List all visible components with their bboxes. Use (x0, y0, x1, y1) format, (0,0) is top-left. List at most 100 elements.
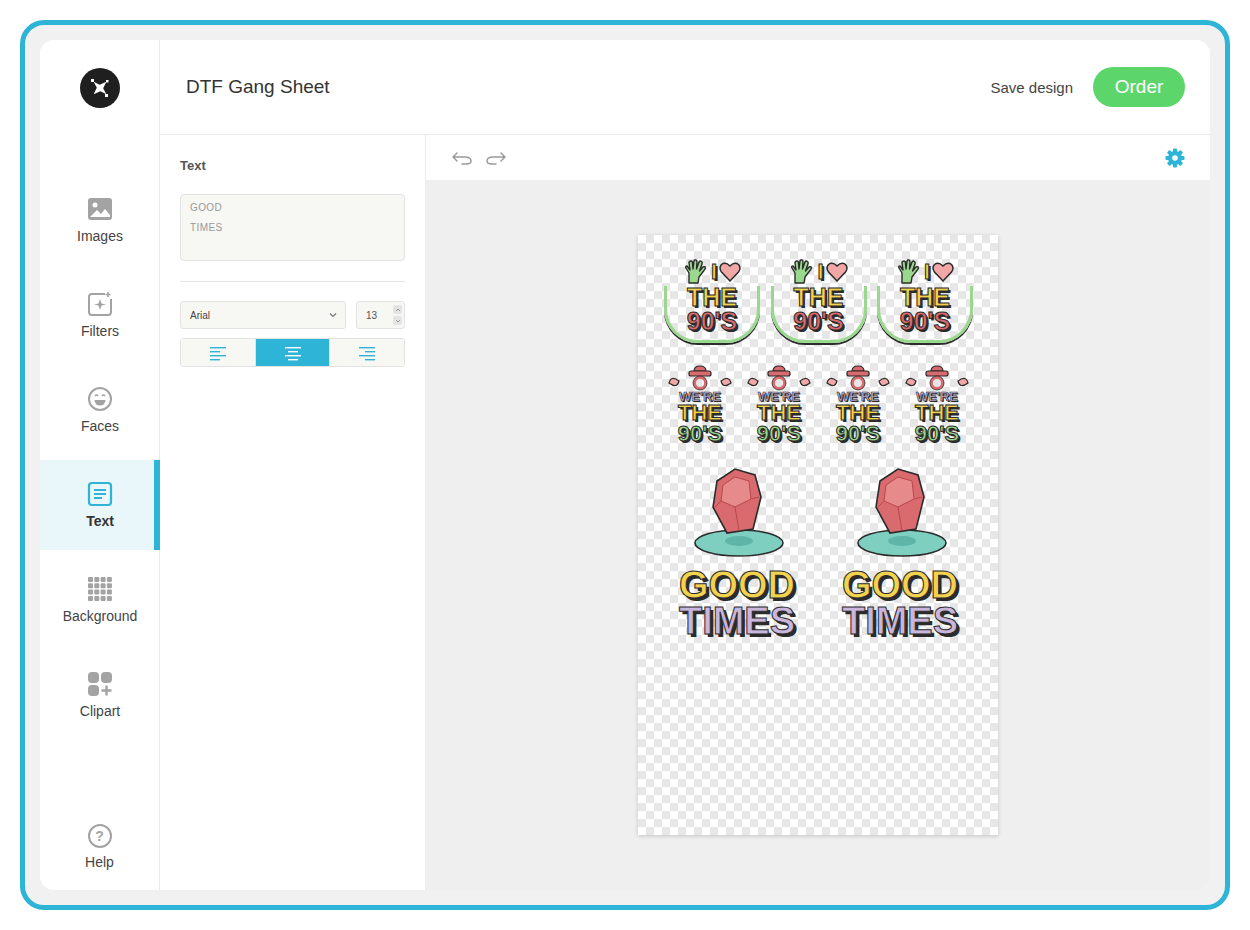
sticker-text: WE'RE (758, 391, 800, 403)
sticker-text: 90'S (900, 310, 950, 334)
sticker-text: TIMES (842, 603, 958, 639)
sticker-text: 90'S (793, 310, 843, 334)
text-input[interactable] (180, 194, 405, 261)
sticker-text: 90'S (757, 424, 801, 445)
sidebar-item-label: Filters (81, 323, 119, 339)
sticker-text: THE (687, 286, 737, 310)
sticker-text: 90'S (915, 424, 959, 445)
save-design-button[interactable]: Save design (990, 79, 1073, 96)
sidebar-item[interactable]: Images (40, 175, 160, 265)
sticker-text: THE (836, 403, 880, 424)
hand-icon (789, 259, 815, 285)
sidebar-item-label: Faces (81, 418, 119, 434)
header-actions: Save design Order (990, 67, 1185, 107)
main-area: DTF Gang Sheet Save design Order Text Arial 1… (160, 40, 1210, 890)
sticker-text: THE (915, 403, 959, 424)
sidebar-item[interactable]: Background (40, 555, 160, 645)
sticker[interactable]: I THE90'S (769, 259, 869, 343)
sticker-text: WE'RE (916, 391, 958, 403)
sidebar: Images Filters Faces Text Background Clipart?… (40, 40, 160, 890)
sidebar-item[interactable]: Faces (40, 365, 160, 455)
gear-icon[interactable] (1165, 148, 1185, 168)
chevron-up-icon (395, 308, 401, 312)
canvas-column: ITHE90'SITHE90'SITHE90'SWE'RETHE90'SWE'R… (426, 135, 1210, 890)
chevron-down-icon (395, 319, 401, 323)
font-size-value: 13 (366, 310, 377, 321)
font-select[interactable]: Arial (180, 301, 346, 329)
pacifier-icon (825, 365, 891, 391)
logo-icon[interactable] (79, 67, 121, 109)
sticker[interactable]: WE'RETHE90'S (899, 365, 975, 445)
chevron-down-icon (329, 312, 337, 318)
font-value: Arial (190, 310, 210, 321)
history-buttons (451, 150, 507, 166)
sticker-text: GOOD (842, 567, 958, 603)
sheet-row: GOODTIMESGOODTIMES (662, 467, 975, 639)
align-button[interactable] (329, 339, 404, 366)
ring-pop-icon (850, 467, 950, 567)
sticker[interactable]: WE'RETHE90'S (741, 365, 817, 445)
sticker[interactable]: WE'RETHE90'S (662, 365, 738, 445)
sticker[interactable]: I THE90'S (662, 259, 762, 343)
grid-icon (87, 576, 113, 602)
order-button[interactable]: Order (1093, 67, 1185, 107)
sticker-text: THE (900, 286, 950, 310)
help-icon: ? (88, 824, 112, 848)
align-center-icon (285, 345, 301, 361)
align-left-icon (210, 345, 226, 361)
image-icon (87, 196, 113, 222)
sticker-top: I (896, 259, 954, 285)
undo-icon[interactable] (451, 150, 473, 166)
heart-icon (932, 262, 954, 282)
sticker[interactable]: GOODTIMES (825, 467, 975, 639)
sparkle-square-icon (87, 291, 113, 317)
sticker-text: I (817, 262, 823, 283)
align-button[interactable] (255, 339, 330, 366)
sidebar-item[interactable]: Clipart (40, 650, 160, 740)
hand-icon (683, 259, 709, 285)
sticker-text: THE (794, 286, 844, 310)
design-title: DTF Gang Sheet (186, 76, 330, 98)
font-size-field[interactable]: 13 (356, 301, 405, 329)
app-root: Images Filters Faces Text Background Clipart?… (0, 0, 1250, 930)
sticker[interactable]: ITHE90'S (875, 259, 975, 343)
redo-icon[interactable] (485, 150, 507, 166)
sticker-text: GOOD (679, 567, 795, 603)
align-right-icon (359, 345, 375, 361)
canvas-stage: ITHE90'SITHE90'SITHE90'SWE'RETHE90'SWE'R… (426, 180, 1210, 890)
app-frame: Images Filters Faces Text Background Clipart?… (20, 20, 1230, 910)
text-panel: Text Arial 13 (160, 135, 426, 890)
sticker-text: I (711, 262, 717, 283)
sheet-row: WE'RETHE90'SWE'RETHE90'SWE'RETHE90'SWE'R… (662, 365, 975, 445)
sticker[interactable]: GOODTIMES (662, 467, 812, 639)
hand-icon (896, 259, 922, 285)
pacifier-icon (667, 365, 733, 391)
heart-icon (719, 262, 741, 282)
align-group (180, 338, 405, 367)
sticker-text: THE (678, 403, 722, 424)
logo[interactable] (40, 40, 159, 135)
sticker-text: THE (757, 403, 801, 424)
sticker-loop: THE90'S (771, 286, 867, 343)
align-button[interactable] (181, 339, 255, 366)
smiley-icon (87, 386, 113, 412)
panel-divider (180, 281, 405, 282)
sticker-loop: THE90'S (664, 286, 760, 343)
help-item[interactable]: ?Help (40, 824, 159, 890)
sidebar-item-label: Background (63, 608, 138, 624)
header: DTF Gang Sheet Save design Order (160, 40, 1210, 135)
size-spinner (393, 305, 402, 325)
sidebar-item[interactable]: Filters (40, 270, 160, 360)
sheet-row: ITHE90'SITHE90'SITHE90'S (662, 259, 975, 343)
sticker-text: 90'S (836, 424, 880, 445)
size-up-button[interactable] (393, 305, 402, 314)
ring-pop-icon (687, 467, 787, 567)
document-icon (87, 481, 113, 507)
size-down-button[interactable] (393, 316, 402, 325)
heart-icon (826, 262, 848, 282)
gang-sheet[interactable]: ITHE90'SITHE90'SITHE90'SWE'RETHE90'SWE'R… (638, 235, 998, 835)
sticker[interactable]: WE'RETHE90'S (820, 365, 896, 445)
sidebar-item[interactable]: Text (40, 460, 160, 550)
canvas-toolbar (426, 135, 1210, 180)
panel-heading: Text (180, 158, 405, 173)
